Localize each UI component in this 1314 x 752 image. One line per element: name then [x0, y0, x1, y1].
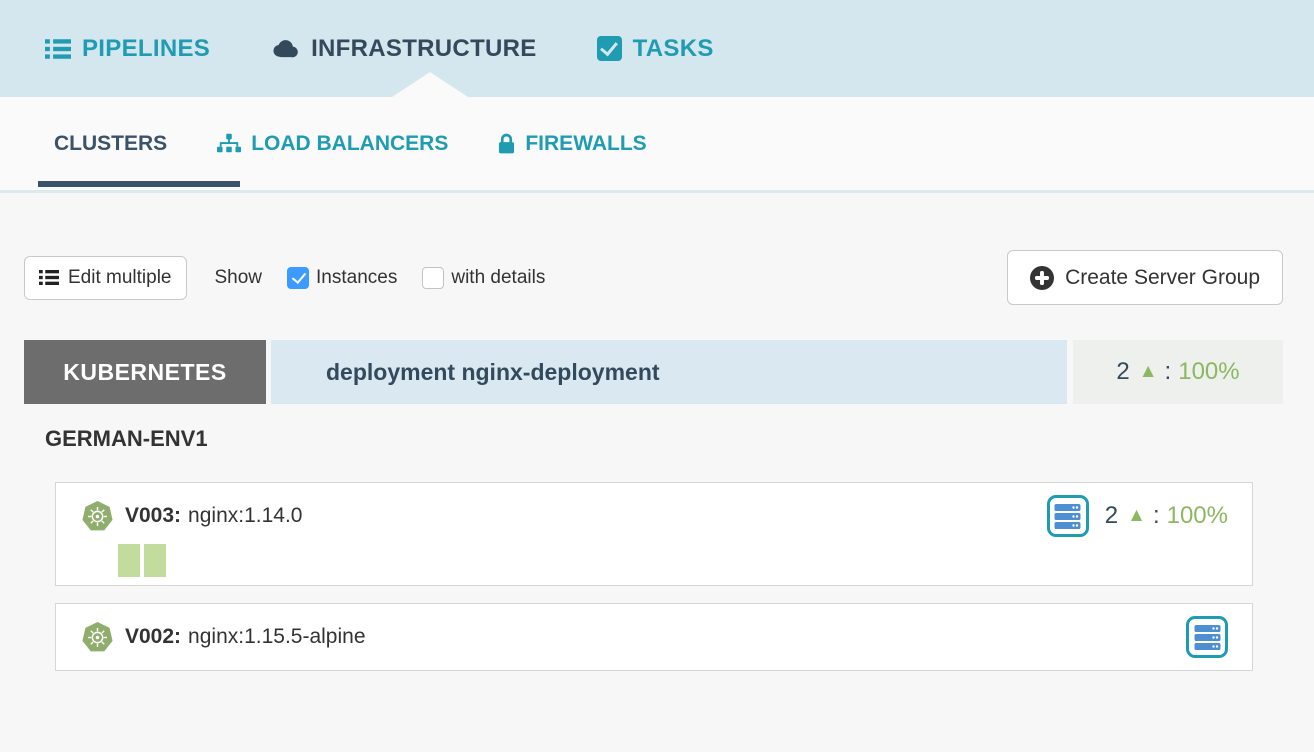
server-group-title: V003: nginx:1.14.0: [125, 504, 1047, 528]
health-count: 2: [1116, 358, 1129, 386]
cloud-icon: [270, 38, 300, 59]
subtab-firewalls[interactable]: FIREWALLS: [498, 132, 646, 156]
edit-multiple-button[interactable]: Edit multiple: [24, 256, 187, 300]
subtab-firewalls-label: FIREWALLS: [525, 132, 646, 156]
clusters-content: Edit multiple Show Instances with detail…: [0, 250, 1314, 671]
with-details-checkbox[interactable]: [422, 267, 444, 289]
clusters-toolbar: Edit multiple Show Instances with detail…: [24, 250, 1283, 305]
cluster-header: KUBERNETES deployment nginx-deployment 2…: [24, 340, 1283, 404]
infrastructure-subnav: CLUSTERS LOAD BALANCERS FIREWALLS: [0, 97, 1314, 193]
server-group-version: V003:: [125, 504, 181, 528]
health-separator: :: [1153, 502, 1160, 530]
instance-row: [118, 544, 1228, 577]
create-server-group-label: Create Server Group: [1065, 266, 1260, 290]
filter-with-details[interactable]: with details: [422, 267, 545, 289]
list-icon: [45, 38, 71, 60]
tab-pipelines[interactable]: PIPELINES: [45, 35, 210, 63]
active-tab-caret: [392, 72, 468, 97]
instances-checkbox[interactable]: [287, 267, 309, 289]
instance-square[interactable]: [118, 544, 140, 577]
server-stack-icon[interactable]: [1186, 616, 1228, 658]
cluster-title-bar[interactable]: deployment nginx-deployment: [271, 340, 1067, 404]
active-subtab-underline: [38, 181, 240, 187]
server-group-title: V002: nginx:1.15.5-alpine: [125, 625, 1186, 649]
up-arrow-icon: ▲: [1127, 505, 1146, 527]
subtab-clusters[interactable]: CLUSTERS: [38, 132, 167, 156]
tab-tasks-label: TASKS: [633, 35, 714, 63]
health-separator: :: [1165, 358, 1172, 386]
provider-badge: KUBERNETES: [24, 340, 266, 404]
health-count: 2: [1105, 502, 1118, 530]
kubernetes-icon: [81, 500, 114, 533]
edit-multiple-label: Edit multiple: [68, 267, 172, 289]
list-icon: [39, 269, 59, 286]
instance-square[interactable]: [144, 544, 166, 577]
provider-label: KUBERNETES: [63, 359, 226, 386]
cluster-health: 2 ▲ : 100%: [1116, 358, 1239, 386]
tab-tasks[interactable]: TASKS: [597, 35, 714, 63]
instances-checkbox-label: Instances: [316, 267, 397, 289]
tab-pipelines-label: PIPELINES: [82, 35, 210, 63]
lock-icon: [498, 133, 515, 154]
with-details-checkbox-label: with details: [451, 267, 545, 289]
tab-infrastructure-label: INFRASTRUCTURE: [311, 35, 537, 63]
server-group-image: nginx:1.14.0: [188, 504, 302, 528]
health-percent: 100%: [1167, 502, 1228, 530]
show-label: Show: [215, 267, 263, 289]
check-square-icon: [597, 36, 622, 61]
cluster-title: deployment nginx-deployment: [326, 359, 660, 386]
server-group-card-v002[interactable]: V002: nginx:1.15.5-alpine: [55, 603, 1253, 671]
server-group-version: V002:: [125, 625, 181, 649]
up-arrow-icon: ▲: [1139, 361, 1158, 383]
server-group-health: 2 ▲ : 100%: [1105, 502, 1228, 530]
create-server-group-button[interactable]: Create Server Group: [1007, 250, 1283, 305]
plus-circle-icon: [1030, 266, 1054, 290]
server-group-image: nginx:1.15.5-alpine: [188, 625, 365, 649]
server-group-list: V003: nginx:1.14.0: [55, 482, 1253, 671]
server-stack-icon[interactable]: [1047, 495, 1089, 537]
subtab-load-balancers-label: LOAD BALANCERS: [251, 132, 448, 156]
health-percent: 100%: [1178, 358, 1239, 386]
tab-infrastructure[interactable]: INFRASTRUCTURE: [270, 35, 537, 63]
filter-instances[interactable]: Instances: [287, 267, 397, 289]
top-navigation: PIPELINES INFRASTRUCTURE TASKS: [0, 0, 1314, 97]
subtab-clusters-label: CLUSTERS: [54, 132, 167, 156]
subtab-load-balancers[interactable]: LOAD BALANCERS: [217, 132, 448, 156]
kubernetes-icon: [81, 621, 114, 654]
server-group-card-v003[interactable]: V003: nginx:1.14.0: [55, 482, 1253, 586]
cluster-health-box: 2 ▲ : 100%: [1073, 340, 1283, 404]
region-title: GERMAN-ENV1: [45, 426, 1283, 452]
sitemap-icon: [217, 133, 241, 154]
